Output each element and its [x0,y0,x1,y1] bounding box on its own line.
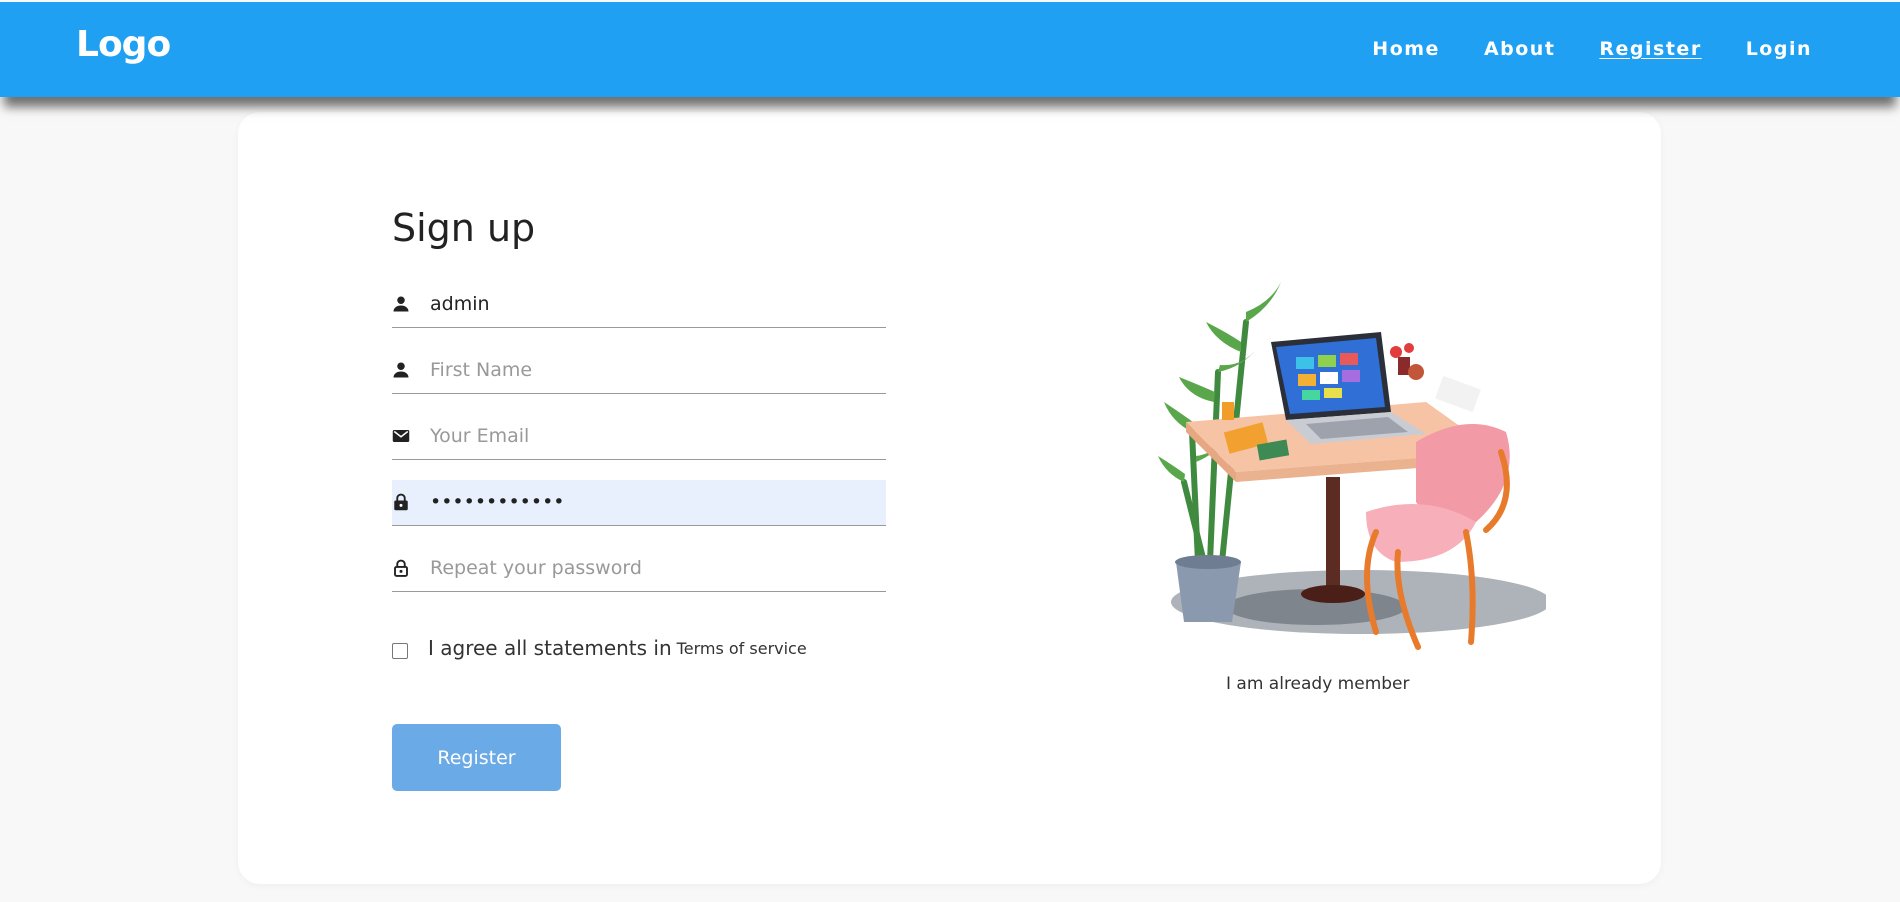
terms-row: I agree all statements in Terms of servi… [392,636,807,660]
nav-login-link[interactable]: Login [1746,38,1812,60]
lock-outline-icon [394,559,408,577]
nav-links: Home About Register Login [1372,38,1812,60]
navbar: Logo Home About Register Login [0,2,1900,97]
terms-label: I agree all statements in [428,636,672,660]
terms-checkbox[interactable] [392,643,408,659]
nav-about-link[interactable]: About [1484,38,1555,60]
person-icon [393,296,409,312]
password-field [392,480,886,526]
first-name-field [392,348,886,394]
terms-of-service-link[interactable]: Terms of service [677,639,807,658]
logo[interactable]: Logo [76,24,171,65]
desk-laptop-chair-illustration [1158,282,1546,650]
email-input[interactable] [430,414,880,458]
nav-home-link[interactable]: Home [1372,38,1440,60]
first-name-input[interactable] [430,348,880,392]
username-input[interactable] [430,282,880,326]
register-button[interactable]: Register [392,724,561,791]
password-input[interactable] [430,480,880,524]
person-icon [393,362,409,378]
envelope-icon [392,430,410,442]
nav-register-link[interactable]: Register [1599,38,1701,60]
signup-card: Sign up admin First Name Your Email ••••… [238,112,1661,884]
already-member-link[interactable]: I am already member [1226,674,1410,694]
page-title: Sign up [392,206,536,250]
repeat-password-field [392,546,886,592]
username-field [392,282,886,328]
lock-icon [394,493,408,511]
repeat-password-input[interactable] [430,546,880,590]
email-field [392,414,886,460]
